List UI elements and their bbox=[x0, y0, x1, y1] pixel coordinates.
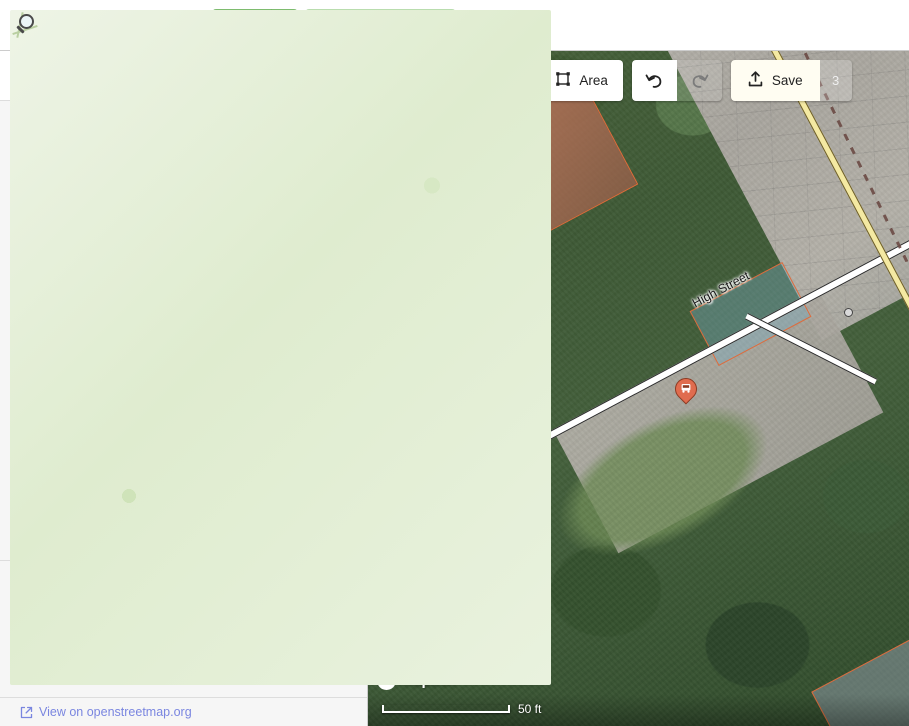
history-group bbox=[632, 60, 722, 101]
way-vertex[interactable] bbox=[844, 308, 853, 317]
view-on-openstreetmap-link[interactable]: View on openstreetmap.org bbox=[20, 705, 192, 719]
draw-area-button[interactable]: Area bbox=[540, 60, 623, 101]
scale-line bbox=[382, 705, 510, 713]
external-link-icon bbox=[20, 706, 33, 719]
draw-area-label: Area bbox=[579, 73, 608, 88]
bus-stop-marker-selected[interactable] bbox=[675, 378, 697, 407]
save-button[interactable]: Save bbox=[731, 60, 820, 101]
site-header: OpenStreetMap Edit History Export bbox=[0, 0, 909, 51]
openstreetmap-logo-icon[interactable] bbox=[10, 10, 40, 40]
redo-icon bbox=[690, 71, 709, 90]
upload-icon bbox=[748, 71, 763, 90]
save-label: Save bbox=[772, 73, 803, 88]
save-count-badge[interactable]: 3 bbox=[820, 60, 852, 101]
redo-button bbox=[677, 60, 722, 101]
bus-icon bbox=[680, 383, 692, 394]
undo-button[interactable] bbox=[632, 60, 677, 101]
area-icon bbox=[555, 71, 571, 90]
scale-label: 50 ft bbox=[518, 702, 541, 716]
map-scale-bar: 50 ft bbox=[382, 702, 541, 716]
osm-id-editor: OpenStreetMap Edit History Export Edit f… bbox=[0, 0, 909, 726]
undo-icon bbox=[645, 71, 664, 90]
save-group: Save 3 bbox=[731, 60, 852, 101]
sidebar-footer: View on openstreetmap.org bbox=[0, 697, 368, 726]
view-on-openstreetmap-label: View on openstreetmap.org bbox=[39, 705, 192, 719]
